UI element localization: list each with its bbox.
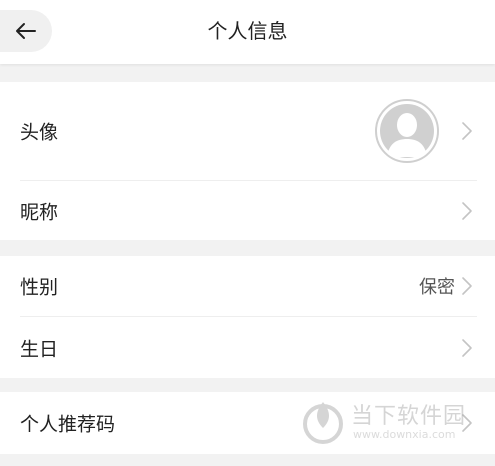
page-title: 个人信息 xyxy=(207,19,288,43)
chevron-right-icon xyxy=(462,122,472,140)
chevron-right-icon xyxy=(462,277,472,295)
profile-group: 头像 昵称 xyxy=(0,82,495,240)
arrow-left-icon xyxy=(16,23,36,39)
birthday-row[interactable]: 生日 xyxy=(0,317,495,378)
top-bar: 个人信息 xyxy=(0,0,495,64)
chevron-right-icon xyxy=(462,338,472,357)
nickname-label: 昵称 xyxy=(20,201,59,223)
referral-group: 个人推荐码 xyxy=(0,392,495,454)
details-group: 性别 保密 生日 xyxy=(0,256,495,378)
birthday-label: 生日 xyxy=(20,338,59,360)
back-button[interactable] xyxy=(0,10,52,52)
avatar[interactable] xyxy=(375,99,439,163)
referral-label: 个人推荐码 xyxy=(20,413,116,436)
gender-row[interactable]: 性别 保密 xyxy=(0,256,495,316)
referral-row[interactable]: 个人推荐码 xyxy=(0,392,495,454)
chevron-right-icon xyxy=(462,201,472,220)
gender-value: 保密 xyxy=(419,277,455,298)
chevron-right-icon xyxy=(462,414,472,432)
gender-label: 性别 xyxy=(20,276,59,299)
nickname-row[interactable]: 昵称 xyxy=(0,181,495,240)
personal-info-page: 个人信息 头像 昵称 性别 保密 生日 个人推荐码 当下软件园 www.down… xyxy=(0,0,495,466)
avatar-label: 头像 xyxy=(20,121,59,144)
avatar-row[interactable]: 头像 xyxy=(0,82,495,180)
